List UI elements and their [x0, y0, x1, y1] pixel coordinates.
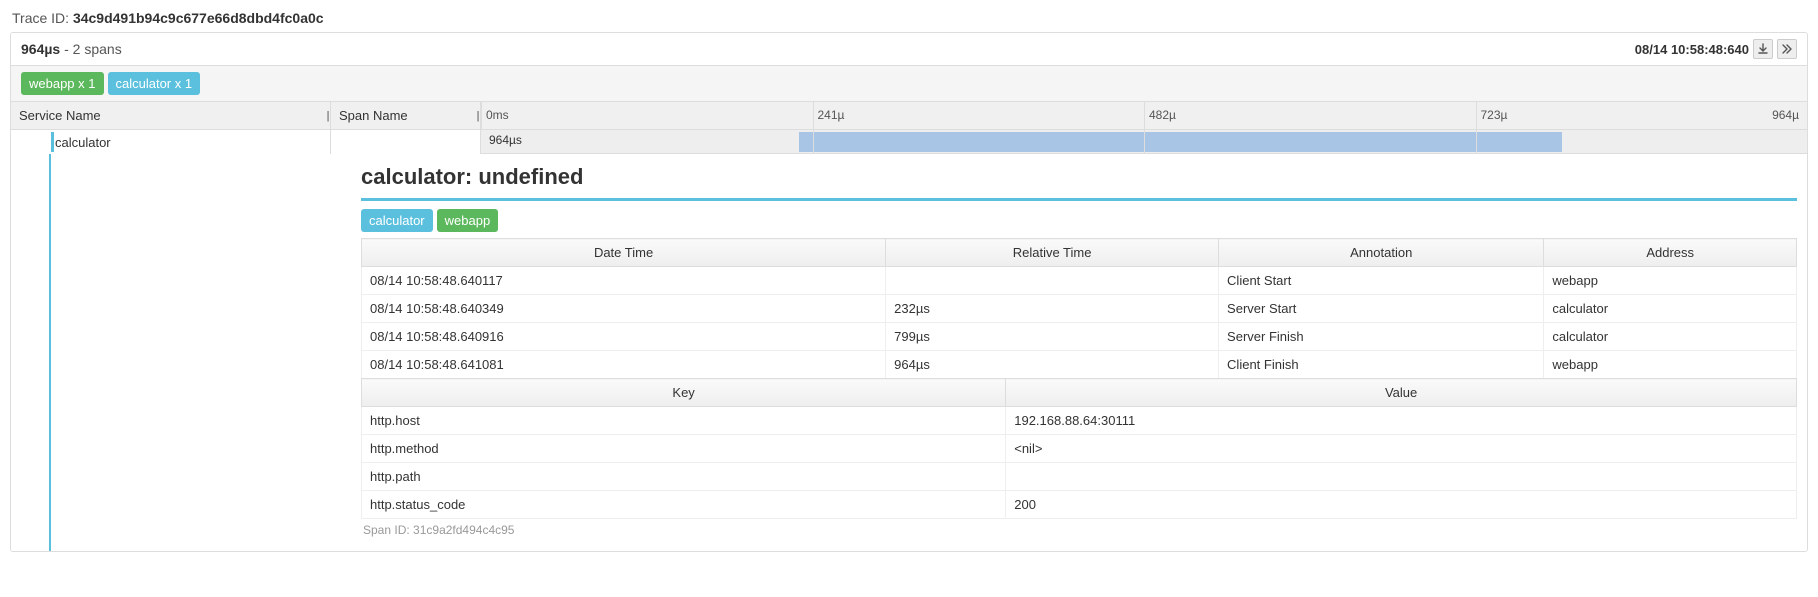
col-header-span-label: Span Name — [339, 108, 408, 123]
col-header-service: Service Name || — [11, 102, 331, 129]
table-cell: http.status_code — [362, 491, 1006, 519]
table-cell: http.path — [362, 463, 1006, 491]
table-cell: Server Start — [1219, 295, 1544, 323]
annotations-table: Date TimeRelative TimeAnnotationAddress … — [361, 238, 1797, 379]
header-right: 08/14 10:58:48:640 — [1635, 39, 1797, 59]
detail-chip[interactable]: calculator — [361, 209, 433, 232]
span-detail-title: calculator: undefined — [361, 164, 1797, 190]
timeline-tick: 964µ — [1768, 102, 1803, 129]
table-cell: calculator — [1544, 295, 1797, 323]
span-row[interactable]: calculator 964µs — [11, 130, 1807, 154]
table-row: http.path — [362, 463, 1797, 491]
tree-guide — [11, 154, 51, 551]
table-row: 08/14 10:58:48.640349232µsServer Startca… — [362, 295, 1797, 323]
table-cell: 192.168.88.64:30111 — [1006, 407, 1797, 435]
service-chip[interactable]: calculator x 1 — [108, 72, 201, 95]
table-row: 08/14 10:58:48.641081964µsClient Finishw… — [362, 351, 1797, 379]
table-header: Date Time — [362, 239, 886, 267]
span-bar — [799, 132, 1561, 152]
table-row: 08/14 10:58:48.640117 Client Startwebapp — [362, 267, 1797, 295]
span-count-text: - 2 spans — [64, 41, 122, 57]
service-chips-row: webapp x 1calculator x 1 — [11, 66, 1807, 102]
table-row: 08/14 10:58:48.640916799µsServer Finishc… — [362, 323, 1797, 351]
table-row: http.method<nil> — [362, 435, 1797, 463]
table-cell: 08/14 10:58:48.640916 — [362, 323, 886, 351]
table-cell: webapp — [1544, 267, 1797, 295]
table-header: Address — [1544, 239, 1797, 267]
timeline-tick: 723µ — [1476, 102, 1512, 129]
tags-table: KeyValue http.host192.168.88.64:30111htt… — [361, 378, 1797, 519]
table-header: Relative Time — [886, 239, 1219, 267]
col-header-service-label: Service Name — [19, 108, 101, 123]
table-cell: 799µs — [886, 323, 1219, 351]
table-cell: 08/14 10:58:48.641081 — [362, 351, 886, 379]
timeline-gridline — [1476, 130, 1477, 153]
table-cell: http.method — [362, 435, 1006, 463]
total-duration: 964µs — [21, 41, 60, 57]
table-row: http.host192.168.88.64:30111 — [362, 407, 1797, 435]
trace-header: Trace ID: 34c9d491b94c9c677e66d8dbd4fc0a… — [10, 8, 1808, 32]
table-cell: http.host — [362, 407, 1006, 435]
table-header: Annotation — [1219, 239, 1544, 267]
table-cell: webapp — [1544, 351, 1797, 379]
detail-chips: calculatorwebapp — [361, 209, 1797, 232]
grid-header: Service Name || Span Name || 0ms 241µ 482µ… — [11, 102, 1807, 130]
span-duration-label: 964µs — [489, 133, 522, 147]
table-cell: 964µs — [886, 351, 1219, 379]
span-id-label: Span ID: — [363, 523, 410, 537]
detail-area: calculator: undefined calculatorwebapp D… — [11, 154, 1807, 551]
expand-button[interactable] — [1777, 39, 1797, 59]
table-header: Value — [1006, 379, 1797, 407]
accent-bar — [361, 198, 1797, 201]
timeline-gridline — [1144, 130, 1145, 153]
timeline-tick: 482µ — [1144, 102, 1180, 129]
table-cell — [886, 267, 1219, 295]
panel-header: 964µs - 2 spans 08/14 10:58:48:640 — [11, 33, 1807, 66]
table-cell: 200 — [1006, 491, 1797, 519]
table-cell: Client Start — [1219, 267, 1544, 295]
table-cell: calculator — [1544, 323, 1797, 351]
resize-handle-icon[interactable]: || — [326, 110, 328, 122]
span-service-name-text: calculator — [55, 135, 111, 150]
table-cell: 232µs — [886, 295, 1219, 323]
trace-id-label: Trace ID: — [12, 10, 69, 26]
trace-timestamp: 08/14 10:58:48:640 — [1635, 42, 1749, 57]
table-cell: 08/14 10:58:48.640117 — [362, 267, 886, 295]
timeline-tick: 241µ — [813, 102, 849, 129]
resize-handle-icon[interactable]: || — [476, 110, 478, 122]
trace-id-value: 34c9d491b94c9c677e66d8dbd4fc0a0c — [73, 10, 324, 26]
table-cell: Server Finish — [1219, 323, 1544, 351]
download-json-button[interactable] — [1753, 39, 1773, 59]
span-name-cell — [331, 130, 480, 154]
detail-chip[interactable]: webapp — [437, 209, 499, 232]
col-header-span: Span Name || — [331, 102, 481, 129]
duration-summary: 964µs - 2 spans — [21, 41, 122, 57]
span-id-line: Span ID: 31c9a2fd494c4c95 — [361, 519, 1797, 541]
timeline-tick: 0ms — [481, 102, 513, 129]
span-service-name: calculator — [11, 130, 330, 154]
timeline-gridline — [813, 130, 814, 153]
table-cell: Client Finish — [1219, 351, 1544, 379]
service-chip[interactable]: webapp x 1 — [21, 72, 104, 95]
table-cell: 08/14 10:58:48.640349 — [362, 295, 886, 323]
table-row: http.status_code200 — [362, 491, 1797, 519]
trace-panel: 964µs - 2 spans 08/14 10:58:48:640 webap… — [10, 32, 1808, 552]
table-cell — [1006, 463, 1797, 491]
col-header-timeline: 0ms 241µ 482µ 723µ 964µ — [481, 102, 1807, 129]
table-header: Key — [362, 379, 1006, 407]
span-timeline-cell: 964µs — [481, 130, 1807, 154]
span-id-value: 31c9a2fd494c4c95 — [413, 523, 514, 537]
table-cell: <nil> — [1006, 435, 1797, 463]
